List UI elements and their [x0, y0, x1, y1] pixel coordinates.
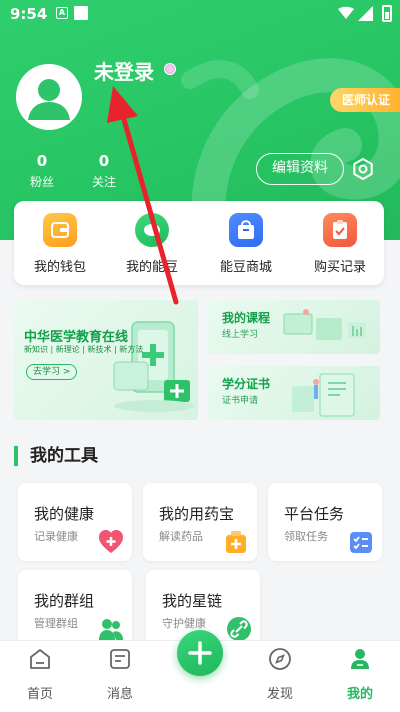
my-health-subtitle: 记录健康	[34, 530, 78, 543]
notification-a-icon: A	[56, 7, 68, 19]
my-starlink-title: 我的星链	[162, 592, 223, 610]
tab-mine[interactable]: 我的	[330, 647, 390, 702]
purchase-history-label: 购买记录	[313, 260, 366, 275]
platform-tasks-subtitle: 领取任务	[284, 530, 328, 543]
tool-platform-tasks[interactable]: 平台任务 领取任务	[268, 483, 382, 561]
tab-discover-label: 发现	[266, 687, 293, 702]
quick-beans[interactable]: 我的能豆	[112, 213, 192, 275]
notification-square-icon	[74, 6, 88, 20]
task-list-icon	[350, 532, 372, 553]
fans-label: 粉丝	[29, 175, 54, 189]
following-label: 关注	[91, 175, 116, 189]
my-courses-title: 我的课程	[222, 311, 271, 325]
my-courses-subtitle: 线上学习	[222, 330, 259, 340]
message-icon	[110, 649, 130, 669]
tool-my-medicine[interactable]: 我的用药宝 解读药品	[143, 483, 257, 561]
stat-fans[interactable]: 0 粉丝	[22, 152, 62, 190]
profile-icon	[351, 649, 369, 669]
compass-icon	[269, 648, 291, 670]
edit-profile-button[interactable]: 编辑资料	[256, 153, 344, 185]
tool-my-groups[interactable]: 我的群组 管理群组	[18, 570, 132, 648]
home-icon	[30, 649, 50, 669]
medical-education-subtitle: 新知识 | 新理论 | 新技术 | 新方法	[24, 345, 144, 354]
credit-certificate-subtitle: 证书申请	[222, 396, 259, 406]
medical-education-banner[interactable]: 中华医学教育在线 新知识 | 新理论 | 新技术 | 新方法 去学习 >	[14, 300, 198, 420]
my-groups-title: 我的群组	[34, 592, 95, 610]
shopping-bag-icon	[229, 213, 263, 247]
tab-mine-label: 我的	[346, 687, 373, 702]
phone-medical-illustration	[113, 321, 194, 412]
my-medicine-subtitle: 解读药品	[159, 530, 203, 543]
plus-icon	[188, 641, 212, 665]
default-avatar-icon	[28, 79, 70, 120]
quick-purchase-history[interactable]: 购买记录	[300, 213, 380, 275]
go-study-button[interactable]: 去学习 >	[26, 364, 78, 380]
bean-icon	[135, 213, 169, 247]
battery-icon	[382, 5, 392, 22]
medicine-box-icon	[226, 531, 246, 553]
quick-bean-mall[interactable]: 能豆商城	[206, 213, 286, 275]
my-health-title: 我的健康	[34, 505, 95, 523]
settings-icon[interactable]	[352, 158, 374, 180]
beans-label: 我的能豆	[125, 260, 178, 275]
wifi-icon	[338, 6, 354, 19]
quick-wallet[interactable]: 我的钱包	[20, 213, 100, 275]
group-icon	[99, 619, 123, 640]
signal-icon	[358, 6, 373, 21]
doctor-certification-badge[interactable]: 医师认证	[329, 88, 400, 112]
my-tools-heading: 我的工具	[14, 446, 98, 466]
credit-certificate-banner[interactable]: 学分证书 证书申请	[208, 366, 380, 420]
clipboard-check-icon	[323, 213, 357, 247]
tab-home[interactable]: 首页	[10, 647, 70, 702]
status-bar: 9:54 A	[0, 0, 400, 28]
my-starlink-subtitle: 守护健康	[162, 617, 206, 630]
username[interactable]: 未登录	[94, 56, 154, 85]
heart-plus-icon	[99, 530, 123, 553]
wallet-label: 我的钱包	[33, 260, 86, 275]
following-count: 0	[98, 152, 110, 170]
quick-actions-card: 我的钱包 我的能豆 能豆商城 购买记录	[14, 201, 384, 285]
fans-count: 0	[36, 152, 48, 170]
status-time: 9:54	[10, 5, 48, 23]
wallet-icon	[43, 213, 77, 247]
my-medicine-title: 我的用药宝	[159, 505, 235, 523]
level-badge-icon: ◎	[164, 63, 176, 75]
tab-discover[interactable]: 发现	[250, 647, 310, 702]
link-icon	[227, 617, 251, 641]
tab-messages[interactable]: 消息	[90, 647, 150, 702]
tab-home-label: 首页	[26, 687, 53, 702]
credit-certificate-title: 学分证书	[222, 377, 271, 391]
bean-mall-label: 能豆商城	[219, 260, 272, 275]
tab-messages-label: 消息	[106, 687, 133, 702]
medical-education-title: 中华医学教育在线	[24, 330, 129, 345]
platform-tasks-title: 平台任务	[284, 505, 345, 523]
stat-following[interactable]: 0 关注	[84, 152, 124, 190]
my-groups-subtitle: 管理群组	[34, 617, 78, 630]
tool-my-health[interactable]: 我的健康 记录健康	[18, 483, 132, 561]
create-plus-button[interactable]	[177, 630, 223, 676]
avatar[interactable]	[16, 64, 82, 130]
my-courses-banner[interactable]: 我的课程 线上学习	[208, 300, 380, 354]
